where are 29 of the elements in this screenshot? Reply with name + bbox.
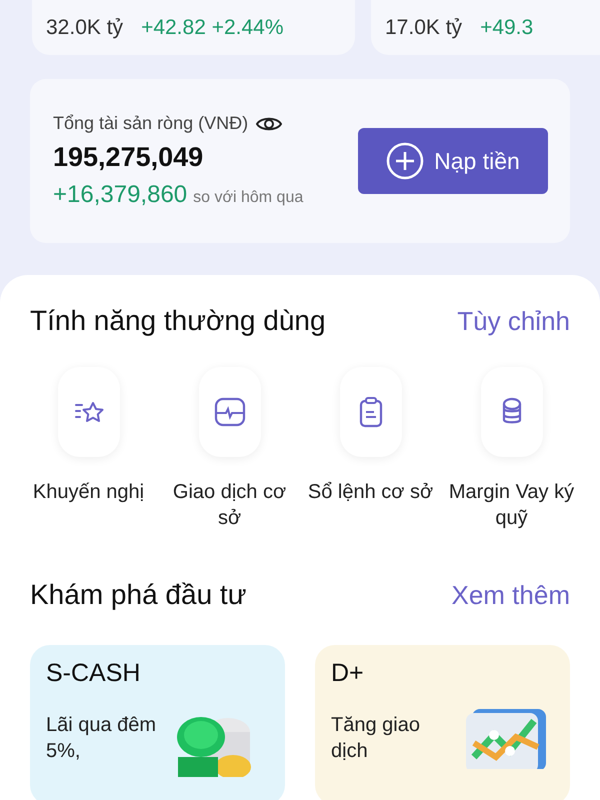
feature-label: Sổ lệnh cơ sở — [306, 480, 434, 505]
market-value: 32.0K tỷ — [46, 16, 124, 40]
asset-change: +16,379,860 — [53, 181, 188, 209]
market-change: +42.82 +2.44% — [141, 16, 284, 40]
promo-text: Tăng giao dịch — [331, 713, 421, 764]
promo-title: D+ — [331, 659, 365, 688]
market-value: 17.0K tỷ — [385, 16, 462, 40]
section-link[interactable]: Tùy chỉnh — [457, 306, 570, 336]
deposit-button[interactable]: Nạp tiền — [358, 128, 548, 194]
feature-label: Margin Vay ký quỹ — [448, 480, 576, 531]
section-link[interactable]: Xem thêm — [452, 580, 570, 610]
section-title: Tính năng thường dùng — [30, 305, 326, 337]
asset-total: 195,275,049 — [53, 142, 204, 173]
promo-card[interactable]: S-CASH Lãi qua đêm 5%, — [30, 645, 285, 800]
pulse-icon — [212, 396, 246, 428]
promo-title: S-CASH — [46, 659, 142, 688]
plus-icon — [386, 142, 424, 180]
feature-tile[interactable] — [480, 367, 542, 457]
feature-label: Giao dịch cơ sở — [172, 480, 288, 531]
asset-label: Tổng tài sản ròng (VNĐ) — [53, 113, 248, 134]
promo-text: Lãi qua đêm 5%, — [46, 713, 158, 764]
feature-tile[interactable] — [340, 367, 402, 457]
change-note: so với hôm qua — [193, 189, 304, 207]
section-title: Khám phá đầu tư — [30, 579, 246, 611]
promo-card[interactable]: D+ Tăng giao dịch — [315, 645, 570, 800]
feature-tile[interactable] — [58, 367, 120, 457]
market-change: +49.3 — [480, 16, 534, 40]
feature-label: Khuyến nghị — [32, 480, 146, 505]
feature-tile[interactable] — [198, 367, 260, 457]
